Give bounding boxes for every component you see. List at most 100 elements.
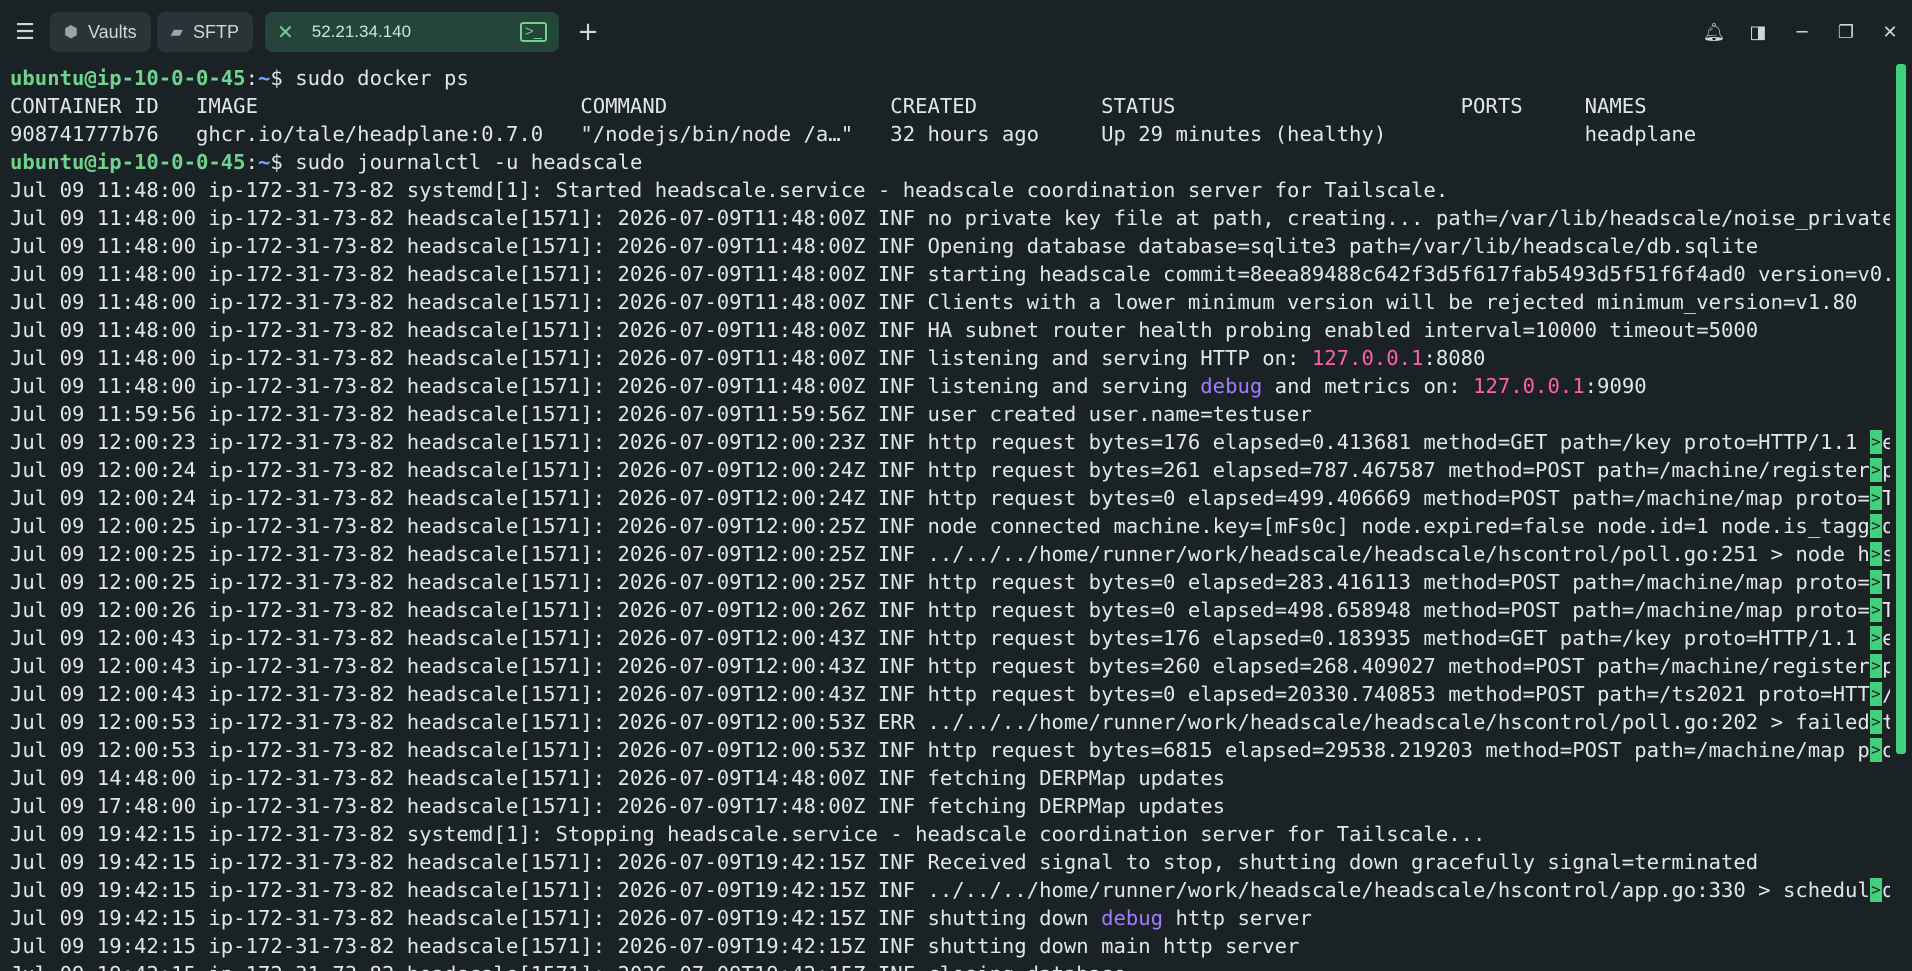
sidebar-toggle-icon[interactable]: ◨ (1736, 22, 1780, 43)
title-bar: ☰ ⬢ Vaults ▰ SFTP ✕ 52.21.34.140 >_ + 🔔︎… (0, 0, 1912, 64)
prompt-path: ~ (257, 66, 271, 90)
tab-vaults-label: Vaults (87, 21, 137, 42)
line-overflow-indicator: > (1870, 598, 1882, 622)
log-line: CONTAINER ID IMAGE COMMAND CREATED STATU… (10, 92, 1890, 120)
log-line: Jul 09 12:00:43 ip-172-31-73-82 headscal… (10, 624, 1890, 652)
log-line: Jul 09 12:00:23 ip-172-31-73-82 headscal… (10, 428, 1890, 456)
log-text: Jul 09 11:59:56 ip-172-31-73-82 headscal… (10, 402, 1312, 426)
log-text: Jul 09 12:00:23 ip-172-31-73-82 headscal… (10, 430, 1890, 454)
tab-vaults[interactable]: ⬢ Vaults (50, 12, 151, 52)
log-line: Jul 09 14:48:00 ip-172-31-73-82 headscal… (10, 764, 1890, 792)
log-line: Jul 09 12:00:25 ip-172-31-73-82 headscal… (10, 568, 1890, 596)
log-text: Jul 09 19:42:15 ip-172-31-73-82 systemd[… (10, 822, 1486, 846)
close-icon[interactable]: ✕ (1868, 22, 1912, 43)
log-line: Jul 09 11:48:00 ip-172-31-73-82 headscal… (10, 372, 1890, 400)
log-text: Jul 09 19:42:15 ip-172-31-73-82 headscal… (10, 962, 1126, 971)
debug-keyword: debug (1101, 906, 1164, 930)
log-text: 908741777b76 ghcr.io/tale/headplane:0.7.… (10, 122, 1697, 146)
log-text: Jul 09 12:00:25 ip-172-31-73-82 headscal… (10, 542, 1890, 566)
log-text: Jul 09 12:00:53 ip-172-31-73-82 headscal… (10, 738, 1890, 762)
prompt-user: ubuntu@ip-10-0-0-45 (10, 150, 246, 174)
log-line: Jul 09 19:42:15 ip-172-31-73-82 headscal… (10, 848, 1890, 876)
log-text: Jul 09 11:48:00 ip-172-31-73-82 headscal… (10, 262, 1890, 286)
tab-sftp[interactable]: ▰ SFTP (156, 12, 253, 52)
line-overflow-indicator: > (1870, 682, 1882, 706)
log-text: Jul 09 12:00:43 ip-172-31-73-82 headscal… (10, 626, 1890, 650)
line-overflow-indicator: > (1870, 878, 1882, 902)
log-text: Jul 09 12:00:26 ip-172-31-73-82 headscal… (10, 598, 1890, 622)
line-overflow-indicator: > (1870, 430, 1882, 454)
log-line: Jul 09 11:59:56 ip-172-31-73-82 headscal… (10, 400, 1890, 428)
log-text: Jul 09 19:42:15 ip-172-31-73-82 headscal… (10, 850, 1759, 874)
log-line: Jul 09 17:48:00 ip-172-31-73-82 headscal… (10, 792, 1890, 820)
folder-icon: ▰ (170, 24, 183, 41)
restore-icon[interactable]: ❐ (1824, 22, 1868, 43)
tab-host-label: 52.21.34.140 (311, 22, 412, 41)
log-text: Jul 09 12:00:25 ip-172-31-73-82 headscal… (10, 570, 1890, 594)
hamburger-menu-icon[interactable]: ☰ (0, 0, 50, 64)
line-overflow-indicator: > (1870, 542, 1882, 566)
log-line: Jul 09 12:00:43 ip-172-31-73-82 headscal… (10, 652, 1890, 680)
bell-icon[interactable]: 🔔︎ (1692, 22, 1736, 43)
log-line: Jul 09 12:00:25 ip-172-31-73-82 headscal… (10, 512, 1890, 540)
log-text: Jul 09 12:00:43 ip-172-31-73-82 headscal… (10, 654, 1890, 678)
log-text: Jul 09 19:42:15 ip-172-31-73-82 headscal… (10, 934, 1300, 958)
prompt-sep: : (245, 66, 258, 90)
log-text: and metrics on: (1262, 374, 1474, 398)
ip-address: 127.0.0.1 (1311, 346, 1424, 370)
log-line: Jul 09 19:42:15 ip-172-31-73-82 headscal… (10, 932, 1890, 960)
log-line: Jul 09 12:00:24 ip-172-31-73-82 headscal… (10, 456, 1890, 484)
minimize-icon[interactable]: ─ (1780, 22, 1824, 43)
debug-keyword: debug (1200, 374, 1263, 398)
prompt-command: $ sudo journalctl -u headscale (270, 150, 643, 174)
add-tab-button[interactable]: + (565, 17, 611, 47)
log-text: Jul 09 12:00:24 ip-172-31-73-82 headscal… (10, 458, 1890, 482)
close-tab-icon[interactable]: ✕ (277, 20, 294, 45)
log-text: Jul 09 12:00:25 ip-172-31-73-82 headscal… (10, 514, 1890, 538)
log-line: Jul 09 12:00:26 ip-172-31-73-82 headscal… (10, 596, 1890, 624)
scroll-thumb[interactable] (1896, 64, 1906, 754)
tab-active-host[interactable]: ✕ 52.21.34.140 >_ (265, 12, 559, 52)
log-text: Jul 09 12:00:53 ip-172-31-73-82 headscal… (10, 710, 1890, 734)
line-overflow-indicator: > (1870, 458, 1882, 482)
tab-sftp-label: SFTP (192, 21, 239, 42)
prompt-path: ~ (257, 150, 271, 174)
log-text: Jul 09 11:48:00 ip-172-31-73-82 headscal… (10, 234, 1759, 258)
log-line: Jul 09 19:42:15 ip-172-31-73-82 headscal… (10, 876, 1890, 904)
ip-address: 127.0.0.1 (1473, 374, 1585, 398)
log-text: Jul 09 19:42:15 ip-172-31-73-82 headscal… (10, 906, 1102, 930)
log-line: Jul 09 11:48:00 ip-172-31-73-82 headscal… (10, 260, 1890, 288)
line-overflow-indicator: > (1870, 654, 1882, 678)
log-text: CONTAINER ID IMAGE COMMAND CREATED STATU… (10, 94, 1647, 118)
line-overflow-indicator: > (1870, 570, 1882, 594)
log-text: Jul 09 19:42:15 ip-172-31-73-82 headscal… (10, 878, 1890, 902)
log-text: Jul 09 11:48:00 ip-172-31-73-82 systemd[… (10, 178, 1449, 202)
line-overflow-indicator: > (1870, 514, 1882, 538)
log-line: Jul 09 12:00:43 ip-172-31-73-82 headscal… (10, 680, 1890, 708)
prompt-line: ubuntu@ip-10-0-0-45:~$ sudo docker ps (10, 64, 1890, 92)
log-line: Jul 09 11:48:00 ip-172-31-73-82 headscal… (10, 316, 1890, 344)
log-text: Jul 09 11:48:00 ip-172-31-73-82 headscal… (10, 318, 1759, 342)
log-text: Jul 09 17:48:00 ip-172-31-73-82 headscal… (10, 794, 1226, 818)
log-line: Jul 09 11:48:00 ip-172-31-73-82 headscal… (10, 232, 1890, 260)
log-line: Jul 09 11:48:00 ip-172-31-73-82 headscal… (10, 288, 1890, 316)
log-text: Jul 09 14:48:00 ip-172-31-73-82 headscal… (10, 766, 1226, 790)
log-line: Jul 09 19:42:15 ip-172-31-73-82 headscal… (10, 960, 1890, 971)
line-overflow-indicator: > (1870, 710, 1882, 734)
scrollbar[interactable] (1896, 64, 1906, 971)
log-line: Jul 09 12:00:25 ip-172-31-73-82 headscal… (10, 540, 1890, 568)
prompt-sep: : (245, 150, 258, 174)
log-text: Jul 09 11:48:00 ip-172-31-73-82 headscal… (10, 290, 1858, 314)
terminal-output[interactable]: ubuntu@ip-10-0-0-45:~$ sudo docker ps CON… (10, 64, 1890, 971)
log-text: Jul 09 11:48:00 ip-172-31-73-82 headscal… (10, 374, 1201, 398)
log-line: Jul 09 11:48:00 ip-172-31-73-82 headscal… (10, 204, 1890, 232)
prompt-user: ubuntu@ip-10-0-0-45 (10, 66, 246, 90)
log-line: Jul 09 19:42:15 ip-172-31-73-82 systemd[… (10, 820, 1890, 848)
prompt-command: $ sudo docker ps (270, 66, 469, 90)
log-line: 908741777b76 ghcr.io/tale/headplane:0.7.… (10, 120, 1890, 148)
log-text: :9090 (1584, 374, 1647, 398)
log-line: Jul 09 11:48:00 ip-172-31-73-82 systemd[… (10, 176, 1890, 204)
log-text: Jul 09 12:00:43 ip-172-31-73-82 headscal… (10, 682, 1890, 706)
terminal-icon: >_ (519, 22, 547, 42)
line-overflow-indicator: > (1870, 626, 1882, 650)
